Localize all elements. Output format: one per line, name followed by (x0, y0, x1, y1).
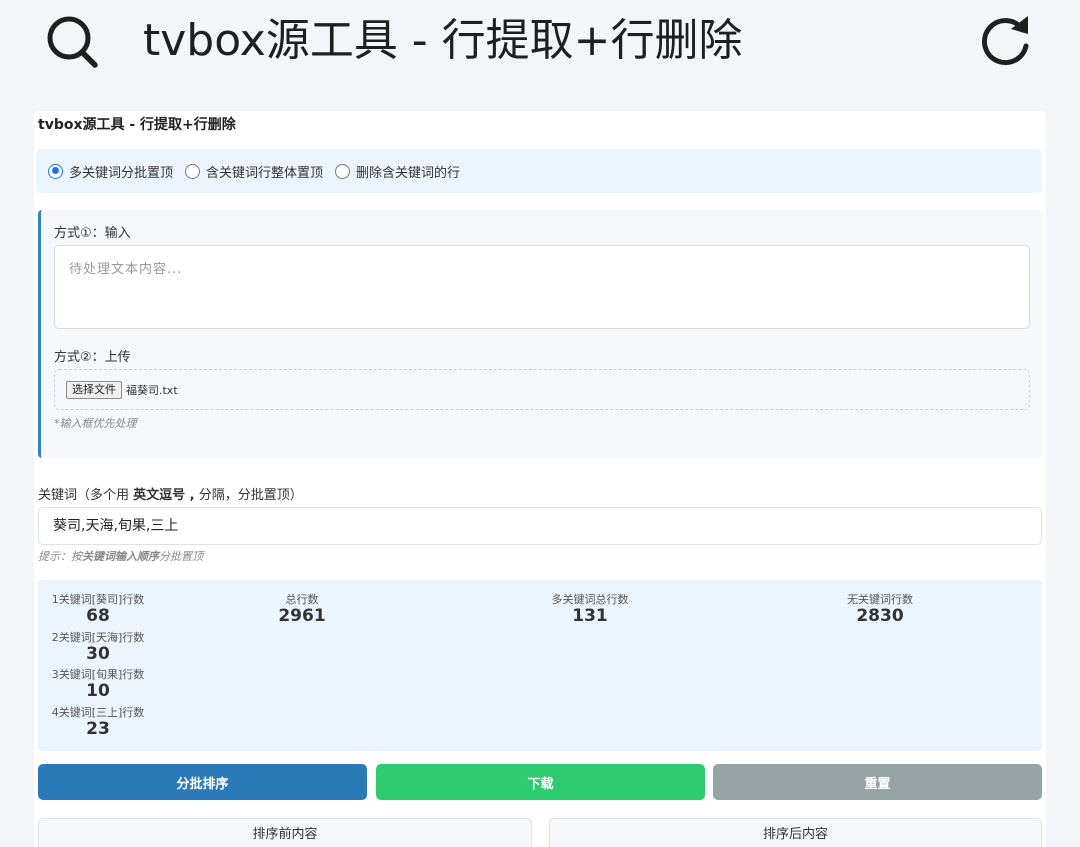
choose-file-button[interactable]: 选择文件 (66, 380, 122, 399)
reset-button[interactable]: 重置 (713, 764, 1042, 800)
tip-bold: 关键词输入顺序 (82, 550, 159, 563)
stat-label: 1关键词[葵司]行数 (51, 593, 145, 606)
keywords-tip: 提示：按关键词输入顺序分批置顶 (38, 548, 203, 564)
method-upload-label: 方式②：上传 (54, 350, 131, 365)
stat-value: 131 (572, 606, 608, 626)
input-panel: 方式①：输入 待处理文本内容... 方式②：上传 选择文件 福葵司.txt *输… (38, 210, 1042, 458)
radio-icon[interactable] (335, 163, 351, 179)
stat-label: 2关键词[天海]行数 (51, 631, 145, 644)
card-title: tvbox源工具 - 行提取+行删除 (38, 117, 236, 133)
stat-value: 2830 (856, 606, 904, 626)
tip-suffix: 分批置顶 (159, 550, 203, 563)
batch-sort-button[interactable]: 分批排序 (38, 764, 367, 800)
tool-card: tvbox源工具 - 行提取+行删除 多关键词分批置顶 含关键词行整体置顶 删除… (34, 111, 1046, 847)
page-title: tvbox源工具 - 行提取+行删除 (143, 15, 743, 66)
search-icon (47, 16, 98, 68)
mode-option-delete-lines[interactable]: 删除含关键词的行 (335, 162, 460, 181)
stat-total-lines: 总行数 2961 (252, 593, 352, 626)
stat-label: 总行数 (285, 593, 319, 606)
refresh-icon (982, 16, 1029, 66)
mode-label: 多关键词分批置顶 (69, 165, 174, 181)
mode-selector: 多关键词分批置顶 含关键词行整体置顶 删除含关键词的行 (36, 149, 1042, 193)
stat-label: 4关键词[三上]行数 (51, 706, 145, 719)
stat-keyword-4: 4关键词[三上]行数 23 (48, 706, 148, 739)
stat-no-keyword-lines: 无关键词行数 2830 (828, 593, 932, 626)
tip-prefix: 提示：按 (38, 550, 82, 563)
app-bar: tvbox源工具 - 行提取+行删除 (0, 0, 1080, 84)
radio-icon[interactable] (48, 163, 63, 179)
keywords-label-prefix: 关键词（多个用 (38, 488, 134, 503)
stat-label: 无关键词行数 (847, 593, 913, 606)
stat-label: 多关键词总行数 (551, 593, 629, 606)
keywords-label-bold: 英文逗号 , (133, 488, 195, 503)
stat-keyword-2: 2关键词[天海]行数 30 (48, 631, 148, 664)
stat-keyword-3: 3关键词[旬果]行数 10 (48, 668, 148, 701)
after-sort-pane-header: 排序后内容 (549, 818, 1042, 847)
stats-panel: 1关键词[葵司]行数 68 2关键词[天海]行数 30 3关键词[旬果]行数 1… (38, 580, 1042, 751)
download-button[interactable]: 下载 (376, 764, 705, 800)
before-sort-pane-header: 排序前内容 (38, 818, 532, 847)
stat-keyword-1: 1关键词[葵司]行数 68 (48, 593, 148, 626)
source-text-input[interactable]: 待处理文本内容... (54, 245, 1030, 329)
mode-option-line-top[interactable]: 含关键词行整体置顶 (185, 162, 323, 181)
stat-value: 68 (86, 606, 110, 626)
radio-icon[interactable] (185, 163, 201, 179)
priority-hint: *输入框优先处理 (54, 417, 137, 430)
file-name: 福葵司.txt (126, 383, 178, 397)
file-upload-box: 选择文件 福葵司.txt (54, 369, 1030, 410)
stat-value: 23 (86, 719, 110, 739)
stat-label: 3关键词[旬果]行数 (51, 668, 145, 681)
stat-value: 10 (86, 681, 110, 701)
keywords-input[interactable]: 葵司,天海,旬果,三上 (38, 507, 1042, 545)
method-input-label: 方式①：输入 (54, 226, 131, 241)
mode-label: 含关键词行整体置顶 (206, 165, 324, 181)
search-button[interactable] (40, 10, 104, 70)
keywords-label: 关键词（多个用 英文逗号 , 分隔，分批置顶） (38, 484, 303, 503)
stat-value: 2961 (278, 606, 326, 626)
stat-value: 30 (86, 644, 110, 664)
keywords-label-suffix: 分隔，分批置顶） (194, 488, 303, 503)
mode-option-batch-top[interactable]: 多关键词分批置顶 (48, 162, 173, 181)
refresh-button[interactable] (974, 10, 1038, 70)
mode-label: 删除含关键词的行 (356, 165, 461, 181)
stat-multi-keyword-lines: 多关键词总行数 131 (534, 593, 646, 626)
